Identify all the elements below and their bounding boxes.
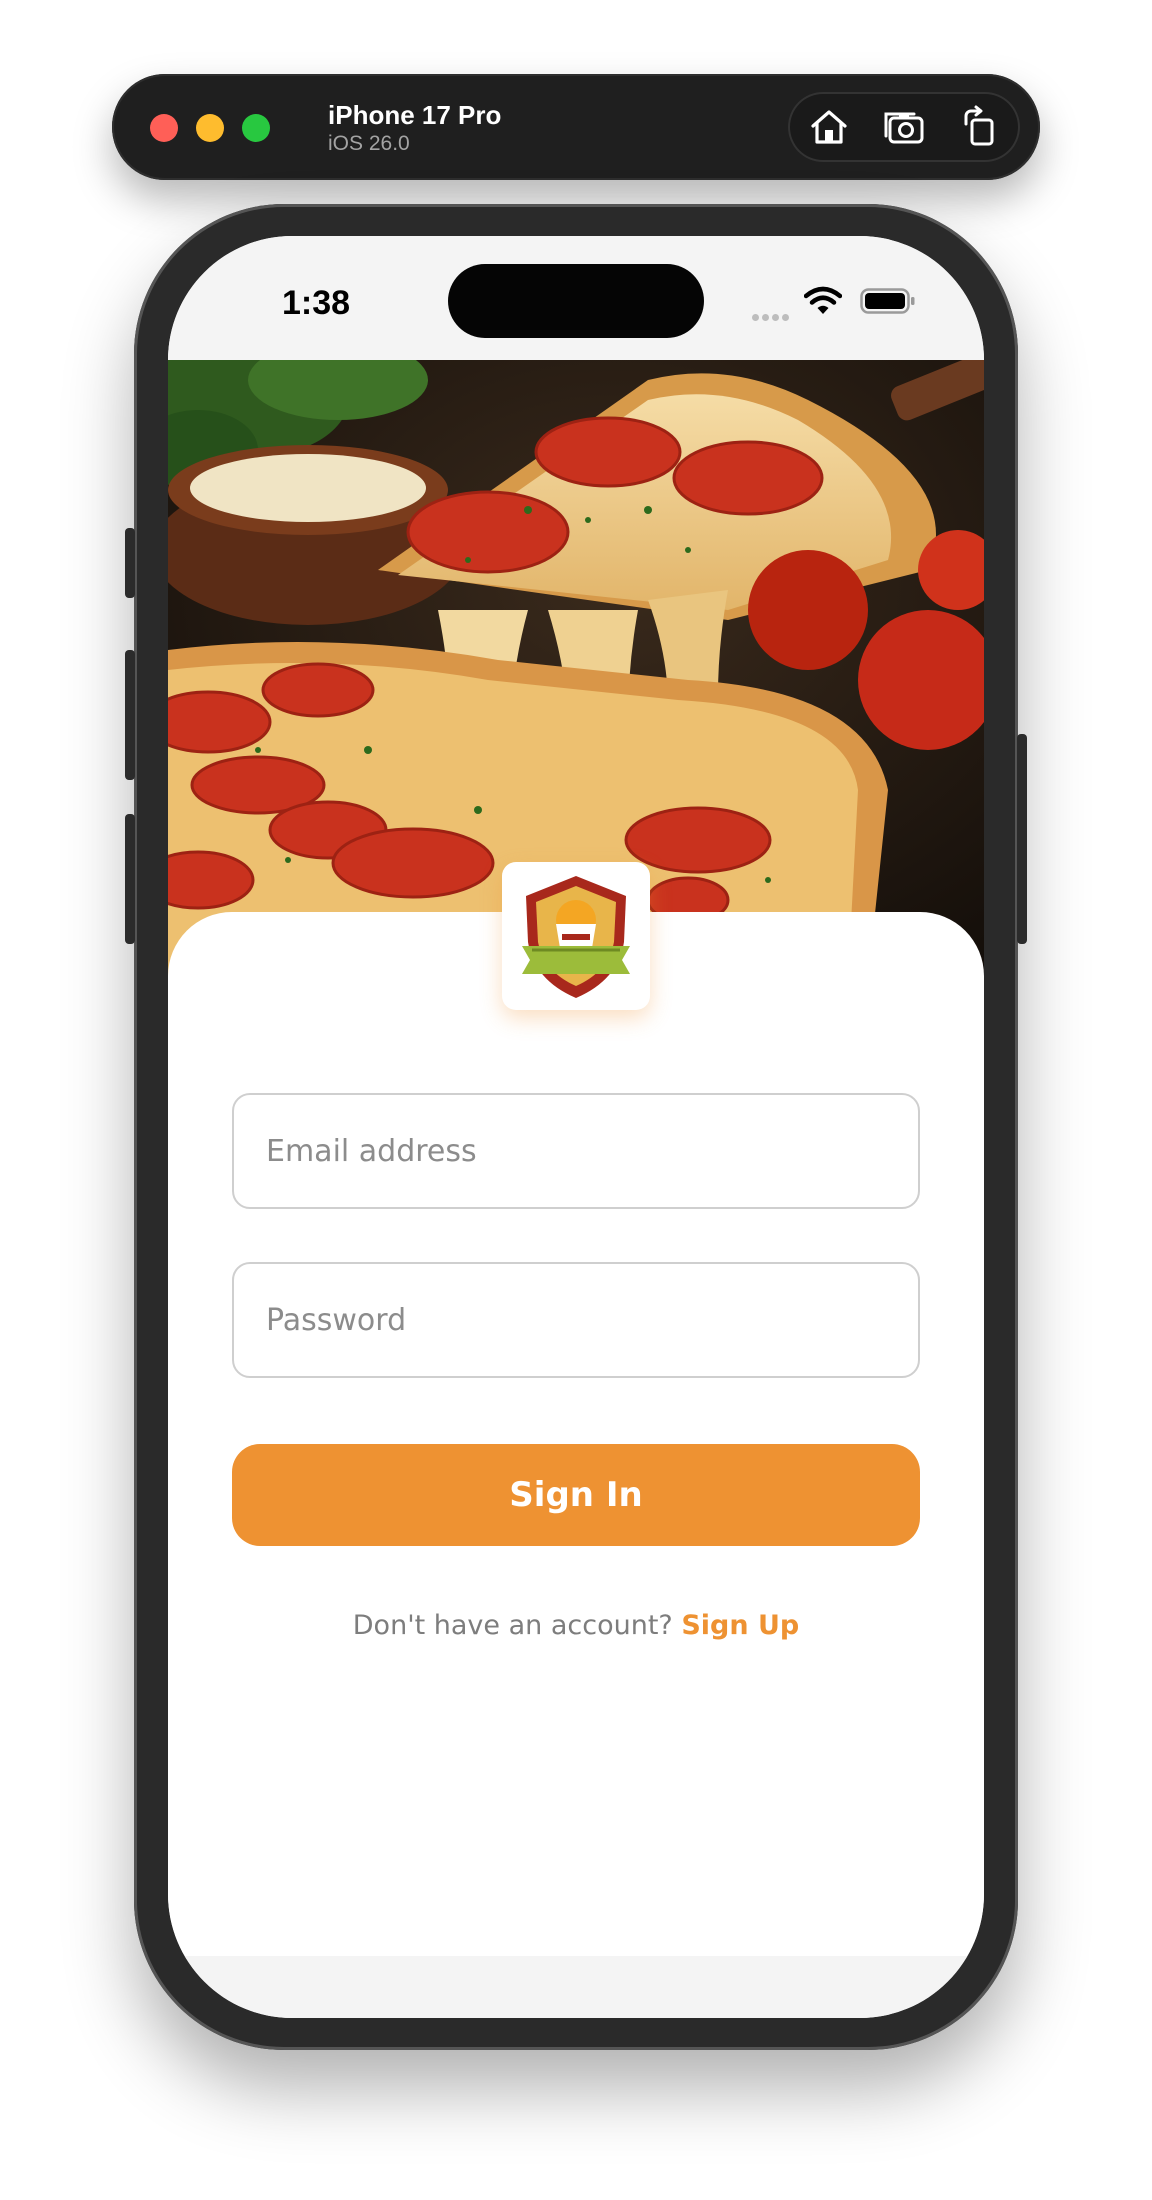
device-name: iPhone 17 Pro bbox=[328, 100, 502, 130]
action-button bbox=[125, 528, 135, 598]
minimize-window-button[interactable] bbox=[196, 114, 224, 142]
phone-frame: 1:38 Email address Sign In Don't have an… bbox=[125, 204, 1027, 2050]
password-field[interactable] bbox=[232, 1262, 920, 1378]
zoom-window-button[interactable] bbox=[242, 114, 270, 142]
app-logo bbox=[502, 862, 650, 1010]
close-window-button[interactable] bbox=[150, 114, 178, 142]
home-button[interactable] bbox=[806, 104, 852, 150]
screenshot-icon bbox=[884, 112, 924, 144]
os-version: iOS 26.0 bbox=[328, 132, 410, 155]
signup-prompt-text: Don't have an account? bbox=[352, 1610, 682, 1641]
status-time: 1:38 bbox=[282, 284, 351, 322]
simulator-tools bbox=[788, 92, 1020, 162]
battery-icon bbox=[860, 288, 915, 314]
simulator-toolbar: iPhone 17 Pro iOS 26.0 bbox=[112, 74, 1040, 180]
volume-down-button bbox=[125, 814, 135, 944]
home-icon bbox=[811, 110, 847, 144]
dynamic-island bbox=[448, 264, 704, 338]
home-indicator-area bbox=[168, 1956, 984, 2018]
phone-screen: 1:38 Email address Sign In Don't have an… bbox=[168, 236, 984, 2018]
login-card bbox=[168, 912, 984, 1956]
screenshot-button[interactable] bbox=[882, 104, 928, 150]
rotate-icon bbox=[964, 105, 994, 146]
sign-up-link[interactable]: Sign Up bbox=[681, 1610, 799, 1641]
restaurant-shield-logo-icon bbox=[522, 876, 630, 998]
wifi-icon bbox=[804, 286, 842, 314]
rotate-button[interactable] bbox=[958, 104, 1004, 150]
cellular-signal-icon bbox=[752, 306, 792, 325]
sign-in-button[interactable]: Sign In bbox=[232, 1444, 920, 1546]
status-bar: 1:38 bbox=[168, 236, 984, 360]
signup-prompt-row: Don't have an account? Sign Up bbox=[168, 1610, 984, 1641]
power-button bbox=[1017, 734, 1027, 944]
volume-up-button bbox=[125, 650, 135, 780]
email-field[interactable] bbox=[232, 1093, 920, 1209]
